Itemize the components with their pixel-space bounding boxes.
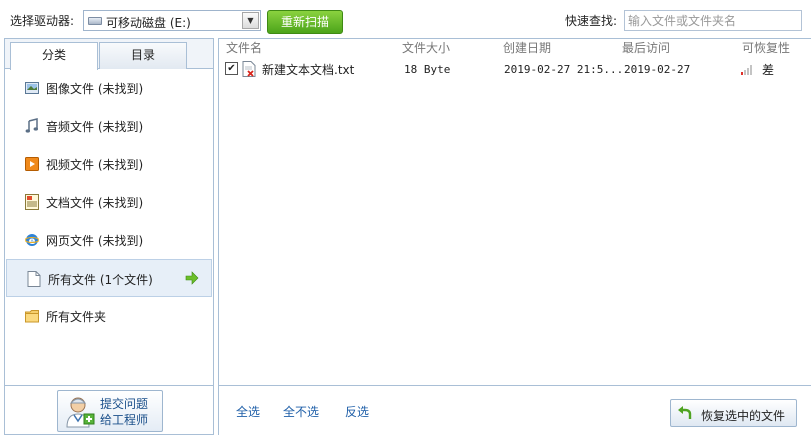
column-header-created[interactable]: 创建日期 [503,39,551,59]
category-label: 文档文件 (未找到) [46,196,144,210]
removable-drive-icon [88,17,102,25]
tab-directory[interactable]: 目录 [99,42,187,69]
tab-category[interactable]: 分类 [10,42,98,70]
deleted-file-icon [242,61,256,77]
left-footer: 提交问题 给工程师 [5,385,213,434]
column-header-name[interactable]: 文件名 [226,39,262,59]
quick-search-label: 快速查找: [565,14,618,28]
music-icon [25,118,38,133]
engineer-button-line1: 提交问题 [100,397,149,411]
submit-to-engineer-button[interactable]: 提交问题 给工程师 [57,390,163,432]
category-item-webpage[interactable]: e 网页文件 (未找到) [5,221,213,259]
engineer-icon [66,397,95,428]
blank-file-icon [27,271,41,287]
ie-icon: e [25,234,39,247]
category-label: 所有文件 (1个文件) [48,273,153,287]
category-item-video[interactable]: 视频文件 (未找到) [5,145,213,183]
category-label: 音频文件 (未找到) [46,120,144,134]
signal-strength-icon [741,65,752,75]
category-item-audio[interactable]: 音频文件 (未找到) [5,107,213,145]
arrow-right-icon [185,271,199,285]
video-icon [25,157,39,171]
file-checkbox[interactable]: ✔ [225,62,238,75]
restore-button-label: 恢复选中的文件 [701,409,786,423]
image-icon [25,82,39,94]
file-recoverability: 差 [762,63,775,77]
drive-select-value: 可移动磁盘 (E:) [106,16,191,30]
category-label: 网页文件 (未找到) [46,234,144,248]
tabs-bar: 分类 目录 [5,39,213,70]
category-item-all-folders[interactable]: 所有文件夹 [5,297,213,335]
category-label: 所有文件夹 [46,310,107,324]
file-name: 新建文本文档.txt [262,63,355,77]
restore-selected-button[interactable]: 恢复选中的文件 [670,399,797,427]
chevron-down-icon[interactable]: ▼ [242,12,259,29]
file-created: 2019-02-27 21:5... [504,63,624,76]
file-accessed: 2019-02-27 [624,63,691,76]
document-icon [25,194,39,210]
bottom-bar: 全选 全不选 反选 恢复选中的文件 [219,385,811,435]
column-header-size[interactable]: 文件大小 [402,39,450,59]
category-item-all-files[interactable]: 所有文件 (1个文件) [6,259,212,297]
left-panel: 分类 目录 图像文件 (未找到) 音频文件 (未找到) 视频文件 (未找到) 文… [4,38,214,435]
select-none-link[interactable]: 全不选 [283,403,319,420]
invert-selection-link[interactable]: 反选 [345,403,369,420]
folder-icon [25,310,39,323]
engineer-button-line2: 给工程师 [100,413,149,427]
column-header-recoverability[interactable]: 可恢复性 [742,39,790,59]
file-size: 18 Byte [404,63,451,76]
drive-select[interactable]: 可移动磁盘 (E:) ▼ [83,10,261,31]
category-list: 图像文件 (未找到) 音频文件 (未找到) 视频文件 (未找到) 文档文件 (未… [5,69,213,335]
engineer-button-text: 提交问题 给工程师 [100,396,148,428]
category-item-image[interactable]: 图像文件 (未找到) [5,69,213,107]
file-row[interactable]: ✔ 新建文本文档.txt 18 Byte 2019-02-27 21:5... … [219,60,811,78]
category-label: 图像文件 (未找到) [46,82,144,96]
column-header-accessed[interactable]: 最后访问 [622,39,670,59]
category-label: 视频文件 (未找到) [46,158,144,172]
select-all-link[interactable]: 全选 [236,403,260,420]
drive-label: 选择驱动器: [10,14,75,28]
restore-arrow-icon [678,406,692,419]
file-list-panel: 文件名 文件大小 创建日期 最后访问 可恢复性 ✔ 新建文本文档.txt 18 … [218,38,811,435]
rescan-button[interactable]: 重新扫描 [267,10,343,34]
search-input[interactable] [624,10,802,31]
category-item-document[interactable]: 文档文件 (未找到) [5,183,213,221]
toolbar: 选择驱动器: 可移动磁盘 (E:) ▼ 重新扫描 快速查找: [0,0,811,38]
